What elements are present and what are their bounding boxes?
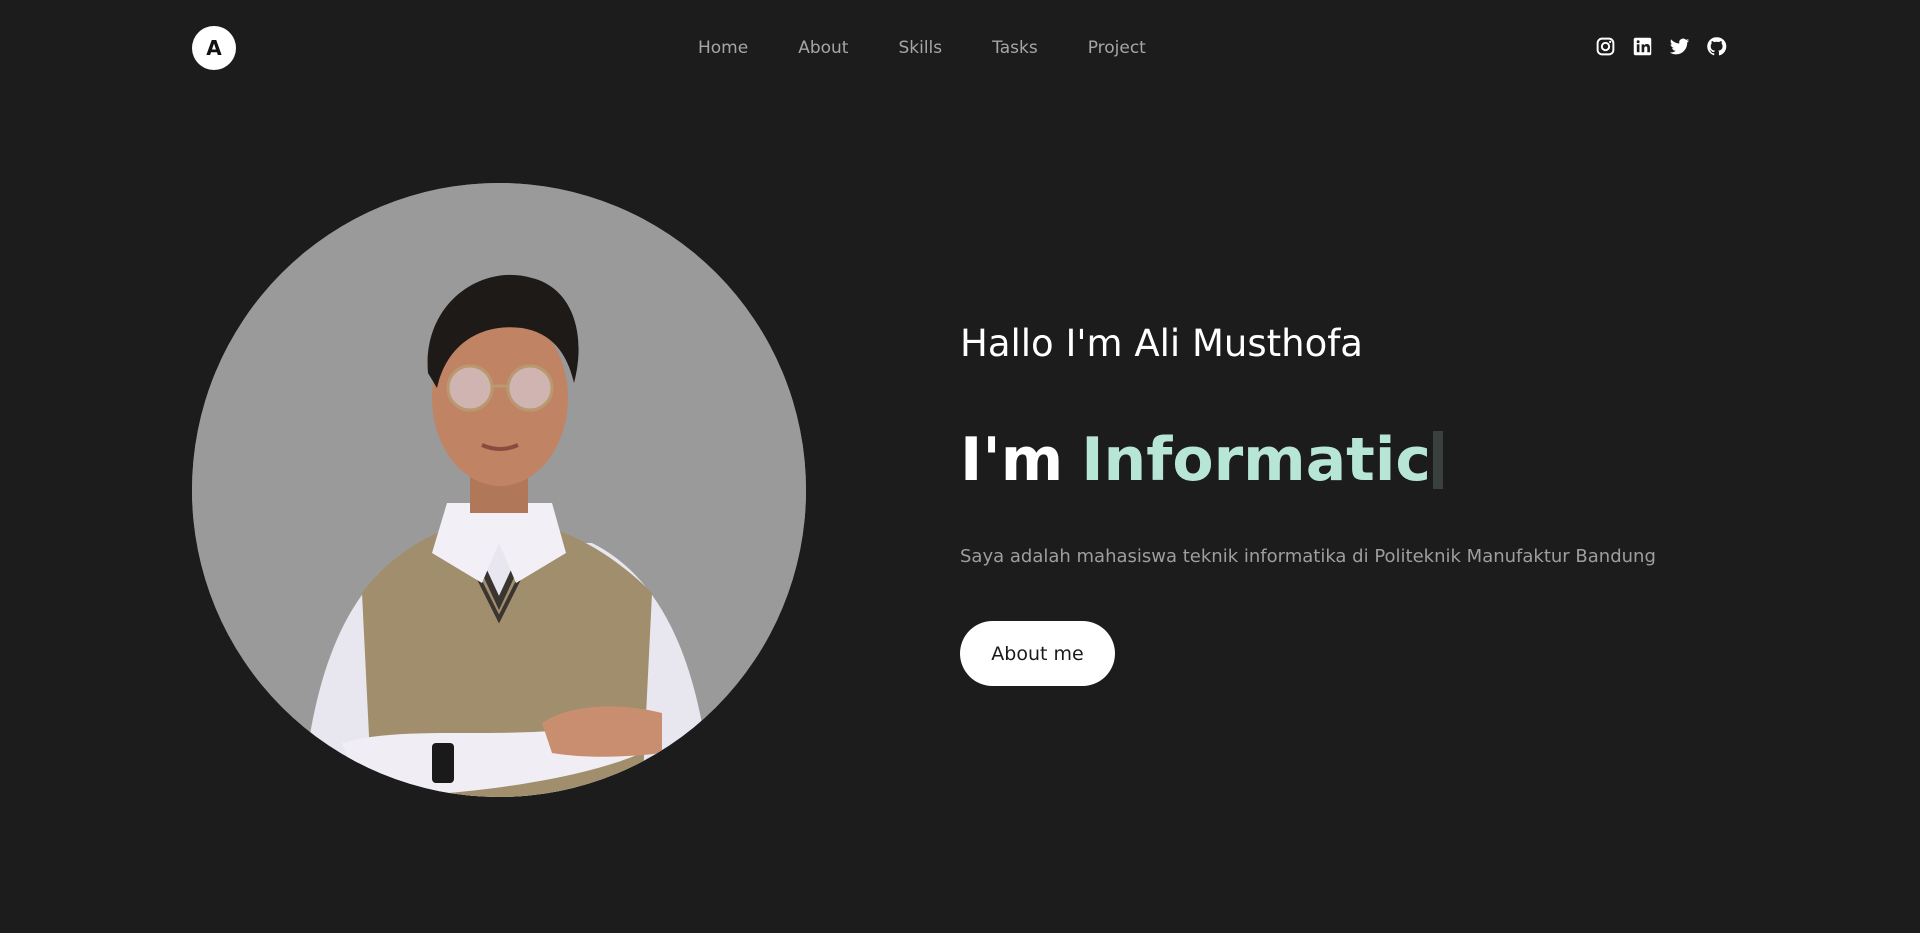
social-links: [1595, 36, 1727, 57]
hero-description: Saya adalah mahasiswa teknik informatika…: [960, 546, 1656, 567]
about-me-button[interactable]: About me: [960, 621, 1115, 686]
twitter-icon[interactable]: [1669, 36, 1690, 57]
nav-about[interactable]: About: [798, 38, 848, 58]
nav-project[interactable]: Project: [1088, 38, 1146, 58]
nav-skills[interactable]: Skills: [898, 38, 942, 58]
logo[interactable]: A: [192, 26, 236, 70]
nav-home[interactable]: Home: [698, 38, 748, 58]
hero-greeting: Hallo I'm Ali Musthofa: [960, 322, 1363, 365]
typing-cursor: [1433, 431, 1443, 489]
linkedin-icon[interactable]: [1632, 36, 1653, 57]
hero-headline: I'm Informatic: [960, 425, 1443, 495]
github-icon[interactable]: [1706, 36, 1727, 57]
instagram-icon[interactable]: [1595, 36, 1616, 57]
typed-text: Informatic: [1081, 425, 1431, 495]
profile-illustration: [192, 183, 806, 797]
nav-tasks[interactable]: Tasks: [992, 38, 1038, 58]
main-nav: Home About Skills Tasks Project: [698, 38, 1146, 58]
page: A Home About Skills Tasks Project Hallo …: [0, 0, 1920, 933]
headline-prefix: I'm: [960, 425, 1064, 495]
profile-photo: [192, 183, 806, 797]
